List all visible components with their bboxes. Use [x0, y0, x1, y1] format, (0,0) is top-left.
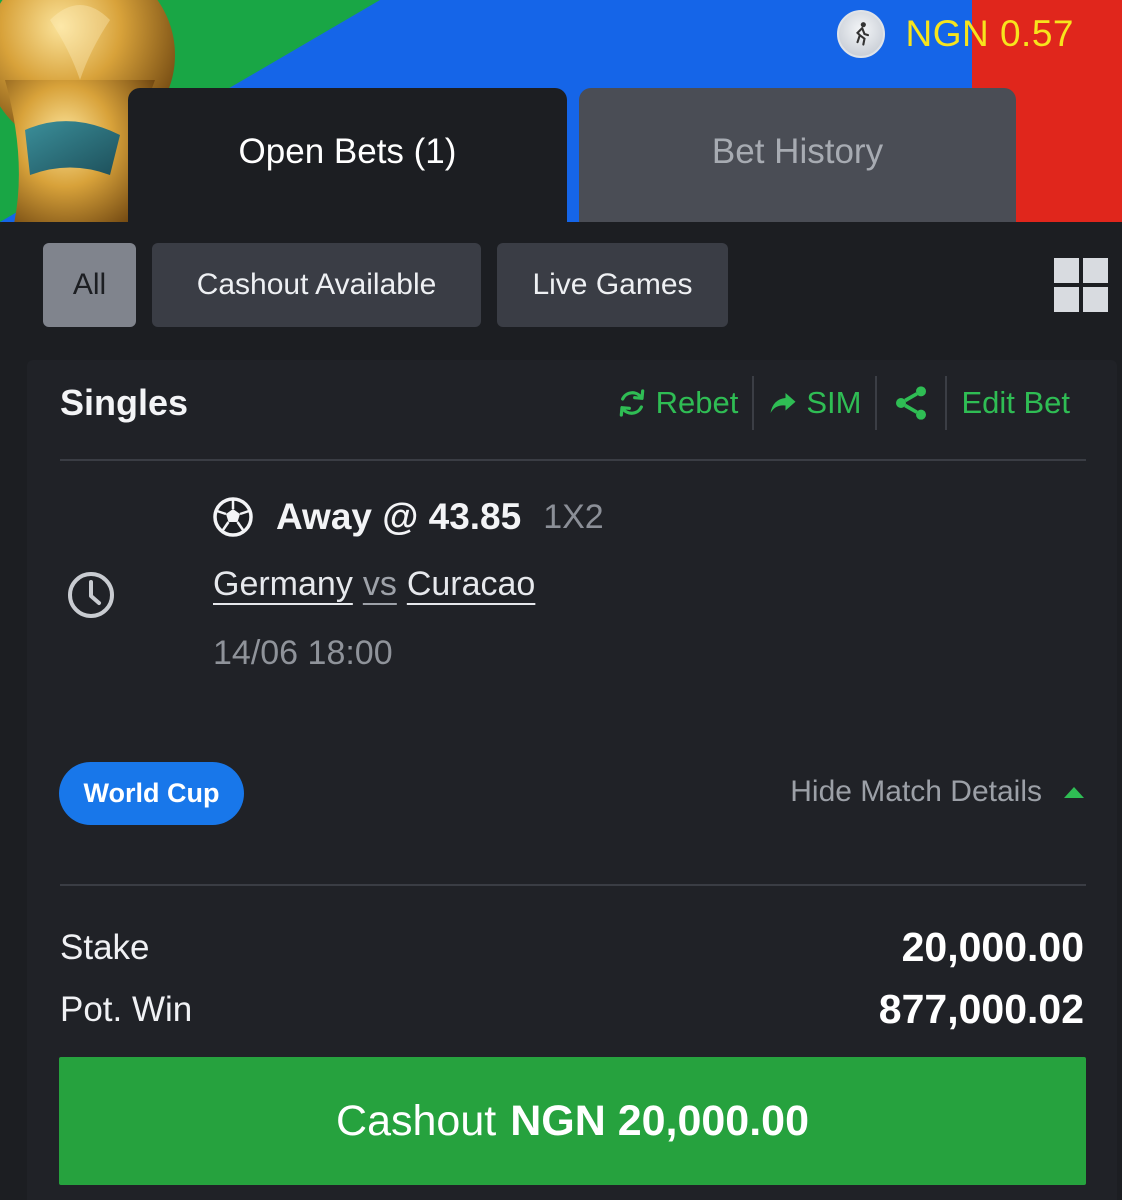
- clock-icon: [68, 572, 114, 618]
- rebet-label: Rebet: [655, 385, 739, 420]
- filter-all-label: All: [72, 268, 107, 301]
- cashout-prefix: Cashout: [336, 1096, 497, 1145]
- cashout-amount: NGN 20,000.00: [510, 1096, 809, 1145]
- avatar[interactable]: [837, 10, 886, 58]
- stake-value: 20,000.00: [901, 924, 1084, 970]
- edit-bet-label: Edit Bet: [961, 385, 1070, 420]
- filter-cashout-available-chip[interactable]: Cashout Available: [152, 243, 481, 327]
- pot-win-value: 877,000.02: [878, 986, 1084, 1032]
- caret-up-icon: [1064, 786, 1084, 798]
- bet-actions-bar: Rebet SIM Edit Bet: [602, 374, 1084, 432]
- match-datetime: 14/06 18:00: [213, 634, 393, 672]
- header-banner: NGN 0.57 Open Bets (1) Bet History: [0, 0, 1122, 222]
- sim-label: SIM: [806, 385, 862, 420]
- selection-line: Away @ 43.85 1X2: [212, 496, 604, 538]
- edit-bet-button[interactable]: Edit Bet: [947, 374, 1084, 432]
- away-team-link[interactable]: Curacao: [407, 565, 536, 604]
- filter-all-chip[interactable]: All: [43, 243, 136, 327]
- filter-cashout-label: Cashout Available: [196, 268, 437, 301]
- filter-live-label: Live Games: [532, 268, 693, 301]
- stake-label: Stake: [60, 928, 150, 967]
- card-divider: [60, 459, 1086, 461]
- balance-area[interactable]: NGN 0.57: [837, 10, 1074, 58]
- tab-bet-history[interactable]: Bet History: [579, 88, 1016, 222]
- bet-type-title: Singles: [60, 382, 189, 423]
- sim-button[interactable]: SIM: [754, 374, 875, 432]
- rebet-button[interactable]: Rebet: [602, 374, 753, 432]
- match-teams[interactable]: Germany vs Curacao: [213, 565, 535, 604]
- card-divider: [60, 884, 1086, 886]
- grid-view-icon[interactable]: [1054, 258, 1108, 312]
- share-icon: [896, 386, 927, 420]
- filter-live-games-chip[interactable]: Live Games: [497, 243, 728, 327]
- runner-avatar-icon: [856, 22, 870, 46]
- share-button[interactable]: [877, 374, 945, 432]
- home-team-link[interactable]: Germany: [213, 565, 353, 604]
- market-label: 1X2: [543, 497, 604, 536]
- soccer-ball-icon: [213, 497, 253, 537]
- selection-text: Away @ 43.85: [276, 496, 522, 537]
- hide-match-details-toggle[interactable]: Hide Match Details: [790, 775, 1084, 809]
- vs-label: vs: [362, 565, 397, 603]
- competition-badge[interactable]: World Cup: [59, 762, 244, 825]
- tab-bet-history-label: Bet History: [711, 132, 884, 171]
- tab-open-bets[interactable]: Open Bets (1): [128, 88, 567, 222]
- cashout-button[interactable]: Cashout NGN 20,000.00: [59, 1057, 1086, 1185]
- pot-win-label: Pot. Win: [60, 990, 193, 1029]
- hide-details-label: Hide Match Details: [790, 775, 1042, 808]
- balance-amount: NGN 0.57: [905, 13, 1074, 54]
- forward-arrow-icon: [770, 393, 796, 413]
- refresh-icon: [619, 389, 644, 417]
- tab-open-bets-label: Open Bets (1): [238, 132, 457, 171]
